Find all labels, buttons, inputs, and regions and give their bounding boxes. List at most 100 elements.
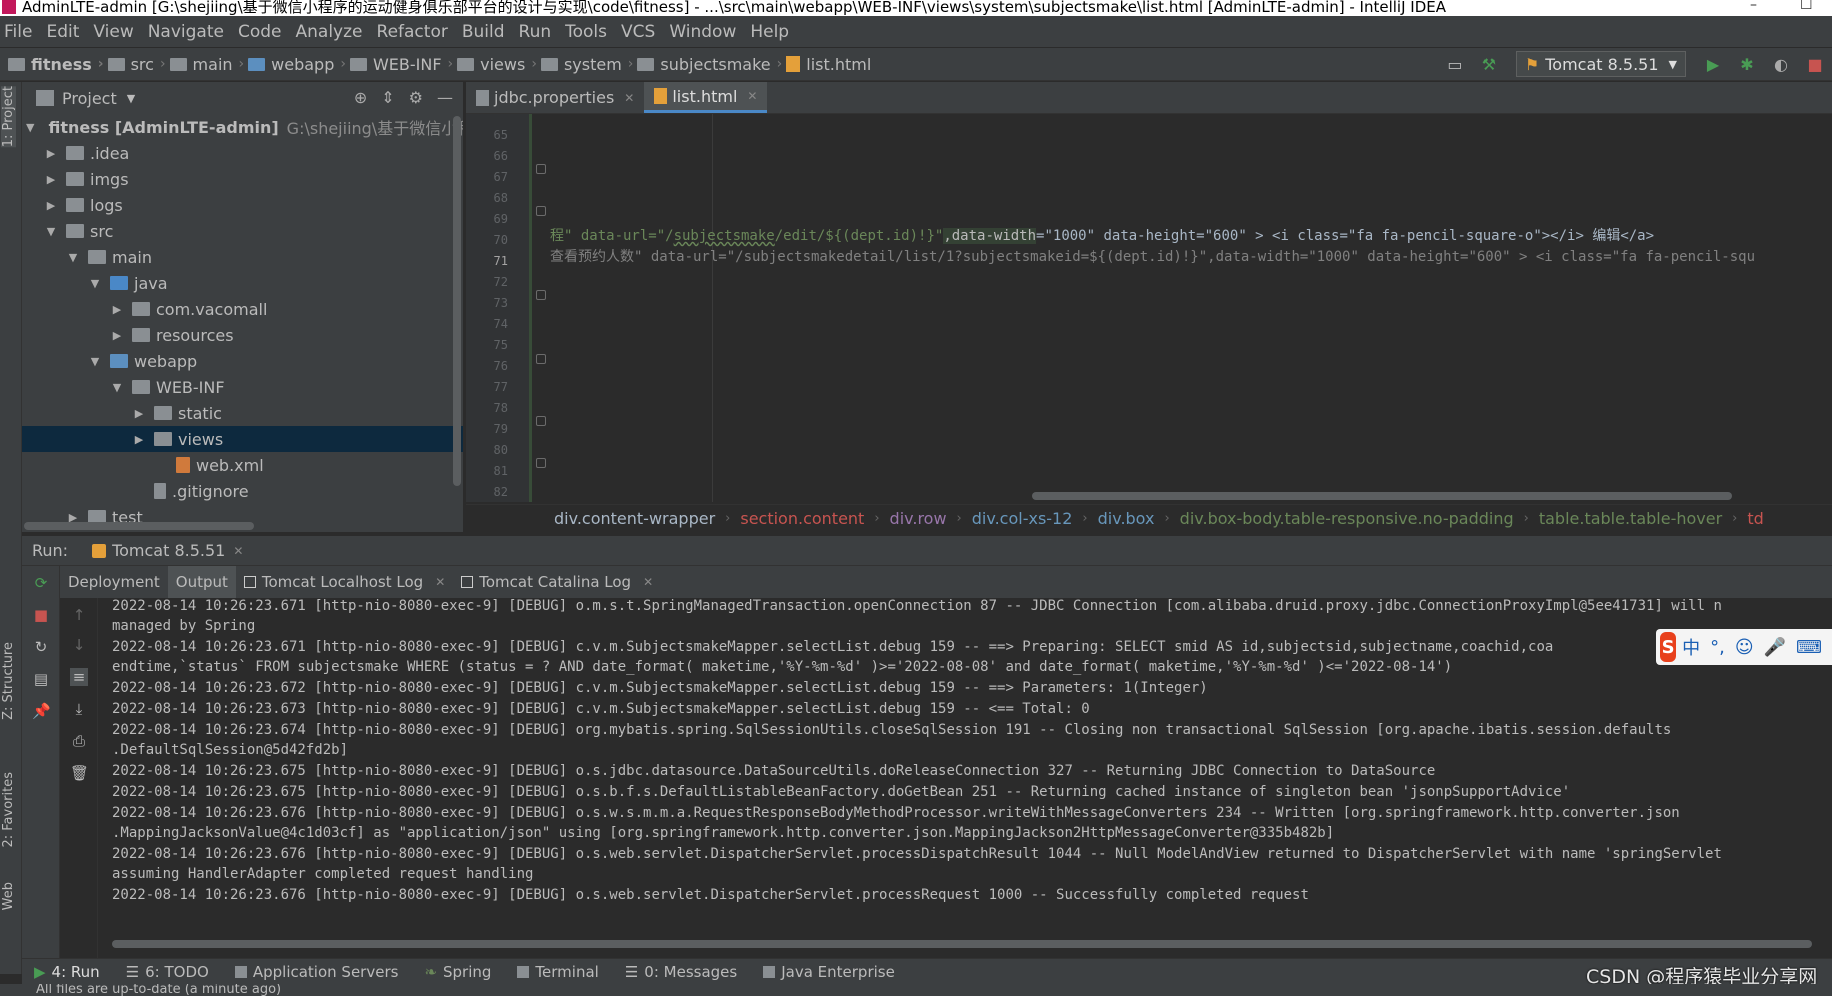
tool-tab-run[interactable]: ▶ 4: Run (34, 963, 100, 981)
fold-marker-icon[interactable] (536, 458, 546, 468)
tree-item-java[interactable]: ▼ java (22, 270, 463, 296)
microphone-icon[interactable]: 🎤 (1764, 637, 1786, 658)
menu-help[interactable]: Help (750, 22, 789, 42)
nav-crumb-main[interactable]: main › (169, 55, 244, 74)
fold-marker-icon[interactable] (536, 164, 546, 174)
maximize-button[interactable]: ☐ (1800, 0, 1813, 12)
tree-item-idea[interactable]: ▶ .idea (22, 140, 463, 166)
menu-view[interactable]: View (93, 22, 133, 42)
tool-tab-favorites[interactable]: 2: Favorites (1, 772, 16, 848)
collapsed-arrow-icon[interactable]: ▶ (132, 433, 146, 446)
project-structure-icon[interactable]: ▭ (1444, 53, 1466, 75)
html-crumb[interactable]: div.box-body.table-responsive.no-padding (1180, 509, 1514, 528)
tab-deployment[interactable]: Deployment (60, 566, 168, 598)
close-icon[interactable]: ✕ (624, 91, 634, 105)
menu-code[interactable]: Code (238, 22, 282, 42)
collapsed-arrow-icon[interactable]: ▶ (110, 303, 124, 316)
expanded-arrow-icon[interactable]: ▼ (88, 277, 102, 290)
fold-marker-icon[interactable] (536, 290, 546, 300)
code-line-70[interactable]: 程" data-url="/subjectsmake/edit/${(dept.… (550, 225, 1654, 245)
tree-item-gitignore[interactable]: .gitignore (22, 478, 463, 504)
menu-file[interactable]: File (4, 22, 32, 42)
collapsed-arrow-icon[interactable]: ▶ (44, 173, 58, 186)
fold-marker-icon[interactable] (536, 206, 546, 216)
tab-tomcat-localhost-log[interactable]: Tomcat Localhost Log ✕ (236, 566, 453, 598)
build-hammer-icon[interactable]: ⚒ (1478, 53, 1500, 75)
menu-tools[interactable]: Tools (565, 22, 607, 42)
tree-item-com-vacomall[interactable]: ▶ com.vacomall (22, 296, 463, 322)
fold-marker-icon[interactable] (536, 416, 546, 426)
tab-jdbc-properties[interactable]: jdbc.properties ✕ (466, 82, 644, 113)
ime-punctuation-toggle[interactable]: °, (1710, 637, 1725, 658)
nav-crumb-file[interactable]: list.html (786, 55, 871, 74)
menu-window[interactable]: Window (669, 22, 736, 42)
nav-crumb-web-inf[interactable]: WEB-INF › (349, 55, 453, 74)
collapsed-arrow-icon[interactable]: ▶ (44, 147, 58, 160)
layout-icon[interactable]: ▤ (32, 670, 50, 688)
tree-item-src[interactable]: ▼ src (22, 218, 463, 244)
tree-item-resources[interactable]: ▶ resources (22, 322, 463, 348)
project-panel-title[interactable]: Project (62, 89, 117, 108)
tree-item-static[interactable]: ▶ static (22, 400, 463, 426)
run-config-tab[interactable]: Tomcat 8.5.51 ✕ (92, 541, 243, 560)
editor-horizontal-scrollbar[interactable] (1032, 492, 1732, 500)
console-horizontal-scrollbar[interactable] (112, 940, 1812, 948)
tree-item-main[interactable]: ▼ main (22, 244, 463, 270)
trash-icon[interactable]: 🗑 (70, 764, 89, 782)
close-icon[interactable]: ✕ (747, 89, 757, 103)
project-vertical-scrollbar[interactable] (453, 116, 461, 486)
update-app-icon[interactable]: ↻ (32, 638, 50, 656)
nav-crumb-src[interactable]: src › (107, 55, 166, 74)
tool-tab-project[interactable]: 1: Project (1, 86, 16, 148)
stop-icon[interactable]: ■ (32, 606, 50, 624)
arrow-up-icon[interactable]: ↑ (70, 606, 88, 624)
tree-item-logs[interactable]: ▶ logs (22, 192, 463, 218)
tool-tab-todo[interactable]: ☰ 6: TODO (126, 963, 209, 981)
soft-wrap-icon[interactable]: ≡ (70, 668, 88, 686)
print-icon[interactable]: ⎙ (70, 732, 88, 750)
tool-tab-terminal[interactable]: Terminal (517, 963, 599, 981)
html-crumb[interactable]: td (1747, 509, 1763, 528)
tab-list-html[interactable]: list.html ✕ (644, 82, 768, 113)
html-crumb[interactable]: div.col-xs-12 (972, 509, 1073, 528)
expanded-arrow-icon[interactable]: ▼ (44, 225, 58, 238)
ime-language-toggle[interactable]: 中 (1682, 634, 1700, 660)
html-crumb[interactable]: div.box (1098, 509, 1155, 528)
console-output[interactable]: 2022-08-14 10:26:23.671 [http-nio-8080-e… (100, 598, 1832, 938)
fold-marker-icon[interactable] (536, 354, 546, 364)
tree-item-imgs[interactable]: ▶ imgs (22, 166, 463, 192)
tool-tab-spring[interactable]: ❧ Spring (424, 963, 491, 981)
html-crumb[interactable]: section.content (740, 509, 864, 528)
expanded-arrow-icon[interactable]: ▼ (88, 355, 102, 368)
minimize-button[interactable]: – (1750, 0, 1757, 12)
sogou-logo-icon[interactable]: S (1660, 632, 1677, 662)
hide-icon[interactable]: — (437, 88, 453, 107)
collapse-all-icon[interactable]: ⇕ (381, 88, 394, 107)
nav-crumb-fitness[interactable]: fitness › (8, 55, 104, 74)
tree-item-webapp[interactable]: ▼ webapp (22, 348, 463, 374)
html-crumb[interactable]: div.row (890, 509, 947, 528)
pin-icon[interactable]: 📌 (32, 702, 51, 720)
collapsed-arrow-icon[interactable]: ▶ (110, 329, 124, 342)
expanded-arrow-icon[interactable]: ▼ (26, 121, 34, 134)
tab-output[interactable]: Output (167, 566, 236, 598)
tree-item-views[interactable]: ▶ views (22, 426, 463, 452)
collapsed-arrow-icon[interactable]: ▶ (44, 199, 58, 212)
scroll-to-end-icon[interactable]: ⤓ (70, 700, 88, 718)
coverage-icon[interactable]: ◐ (1770, 53, 1792, 75)
menu-edit[interactable]: Edit (46, 22, 79, 42)
code-line-71[interactable]: 查看预约人数" data-url="/subjectsmakedetail/li… (550, 246, 1755, 266)
collapsed-arrow-icon[interactable]: ▶ (132, 407, 146, 420)
close-icon[interactable]: ✕ (643, 575, 653, 589)
tool-tab-application-servers[interactable]: Application Servers (234, 963, 398, 981)
keyboard-icon[interactable]: ⌨ (1796, 637, 1822, 658)
html-crumb[interactable]: table.table.table-hover (1539, 509, 1722, 528)
tree-item-root[interactable]: ▼ fitness [AdminLTE-admin] G:\shejiing\基… (22, 114, 463, 140)
chevron-down-icon[interactable]: ▼ (127, 92, 135, 105)
project-horizontal-scrollbar[interactable] (24, 522, 254, 530)
debug-icon[interactable]: ✱ (1736, 53, 1758, 75)
tool-tab-java-enterprise[interactable]: Java Enterprise (763, 963, 895, 981)
locate-icon[interactable]: ⊕ (354, 88, 367, 107)
menu-navigate[interactable]: Navigate (148, 22, 224, 42)
menu-analyze[interactable]: Analyze (296, 22, 363, 42)
